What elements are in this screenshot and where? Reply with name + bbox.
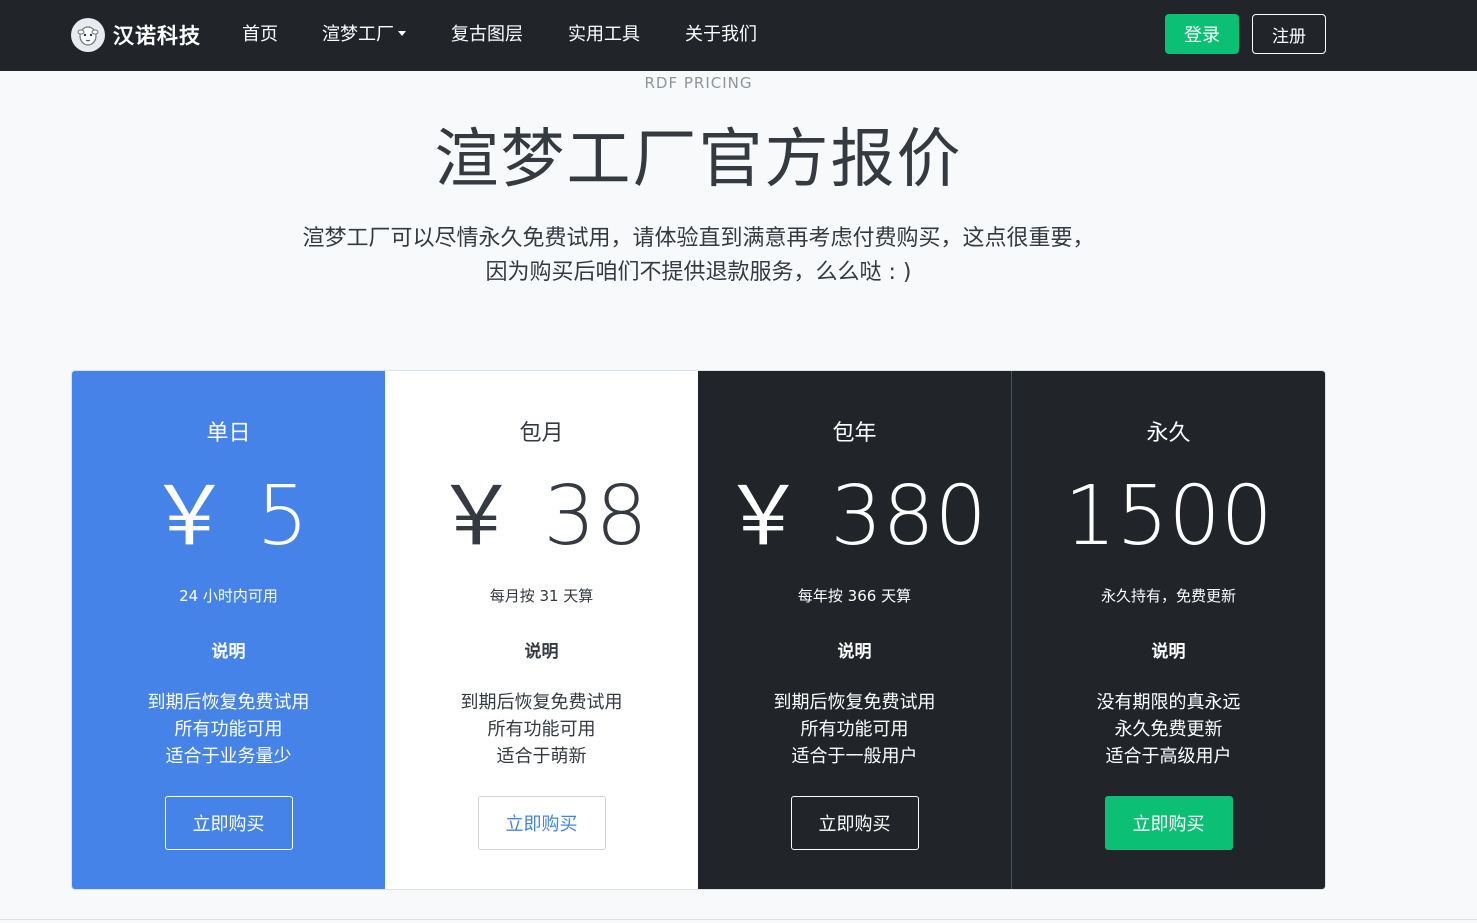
feature-item: 适合于萌新 (496, 746, 587, 767)
feature-item: 所有功能可用 (800, 719, 909, 740)
plan-card-lifetime: 永久 1500 永久持有，免费更新 说明 没有期限的真永远 永久免费更新 适合于… (1011, 371, 1325, 889)
plan-subtitle: 24 小时内可用 (179, 587, 278, 605)
plan-desc-title: 说明 (837, 642, 872, 662)
plan-price: 1500 (1064, 469, 1273, 564)
feature-item: 所有功能可用 (174, 719, 283, 740)
nav-item-tools[interactable]: 实用工具 (568, 22, 640, 48)
plan-features: 没有期限的真永远 永久免费更新 适合于高级用户 (1012, 689, 1325, 770)
plan-name: 单日 (206, 421, 251, 446)
buy-button-monthly[interactable]: 立即购买 (477, 796, 606, 850)
plan-card-daily: 单日 ￥ 5 24 小时内可用 说明 到期后恢复免费试用 所有功能可用 适合于业… (72, 371, 385, 889)
buy-button-daily[interactable]: 立即购买 (164, 796, 293, 850)
plan-desc-title: 说明 (211, 642, 246, 662)
feature-item: 适合于高级用户 (1105, 746, 1232, 767)
feature-item: 适合于业务量少 (165, 746, 292, 767)
buy-button-yearly[interactable]: 立即购买 (790, 796, 919, 850)
nav-item-home[interactable]: 首页 (242, 22, 278, 48)
register-button[interactable]: 注册 (1252, 14, 1326, 54)
nav-item-label: 关于我们 (685, 24, 757, 45)
page-lead: 渲梦工厂可以尽情永久免费试用，请体验直到满意再考虑付费购买，这点很重要， 因为购… (0, 222, 1397, 290)
plan-price: ￥ 5 (148, 469, 309, 564)
feature-item: 没有期限的真永远 (1096, 692, 1241, 713)
lead-line: 因为购买后咱们不提供退款服务，么么哒 : ) (485, 260, 912, 285)
brand-link[interactable]: 汉诺科技 (71, 17, 201, 53)
plan-name: 包月 (519, 421, 564, 446)
plan-name: 包年 (832, 421, 877, 446)
nav-item-label: 渲梦工厂 (322, 24, 394, 45)
plan-card-monthly: 包月 ￥ 38 每月按 31 天算 说明 到期后恢复免费试用 所有功能可用 适合… (385, 371, 698, 889)
top-navbar: 汉诺科技 首页 渲梦工厂 复古图层 实用工具 关于我们 登录 注册 (0, 0, 1477, 71)
plan-price: ￥ 380 (722, 469, 987, 564)
nav-item-retro-layers[interactable]: 复古图层 (451, 22, 523, 48)
nav-item-render-factory[interactable]: 渲梦工厂 (322, 22, 406, 48)
page-title: 渲梦工厂官方报价 (434, 123, 963, 197)
section-eyebrow: RDF PRICING (644, 74, 753, 92)
feature-item: 永久免费更新 (1114, 719, 1223, 740)
nav-item-about[interactable]: 关于我们 (685, 22, 757, 48)
plan-card-yearly: 包年 ￥ 380 每年按 366 天算 说明 到期后恢复免费试用 所有功能可用 … (698, 371, 1011, 889)
pricing-cards: 单日 ￥ 5 24 小时内可用 说明 到期后恢复免费试用 所有功能可用 适合于业… (71, 370, 1326, 890)
plan-features: 到期后恢复免费试用 所有功能可用 适合于一般用户 (698, 689, 1011, 770)
brand-name: 汉诺科技 (113, 24, 201, 48)
plan-features: 到期后恢复免费试用 所有功能可用 适合于萌新 (385, 689, 698, 770)
feature-item: 所有功能可用 (487, 719, 596, 740)
feature-item: 到期后恢复免费试用 (147, 692, 310, 713)
plan-subtitle: 永久持有，免费更新 (1100, 587, 1236, 605)
login-button[interactable]: 登录 (1165, 14, 1239, 54)
feature-item: 到期后恢复免费试用 (773, 692, 936, 713)
buy-button-lifetime[interactable]: 立即购买 (1104, 796, 1233, 850)
nav-item-label: 复古图层 (451, 24, 523, 45)
caret-down-icon (398, 31, 406, 36)
sheep-logo-icon (71, 18, 105, 52)
feature-item: 适合于一般用户 (791, 746, 918, 767)
plan-price: ￥ 38 (435, 469, 648, 564)
divider (0, 919, 1477, 920)
lead-line: 渲梦工厂可以尽情永久免费试用，请体验直到满意再考虑付费购买，这点很重要， (302, 226, 1095, 251)
nav-item-label: 实用工具 (568, 24, 640, 45)
plan-desc-title: 说明 (524, 642, 559, 662)
plan-name: 永久 (1146, 421, 1191, 446)
plan-features: 到期后恢复免费试用 所有功能可用 适合于业务量少 (72, 689, 385, 770)
nav-item-label: 首页 (242, 24, 278, 45)
feature-item: 到期后恢复免费试用 (460, 692, 623, 713)
plan-subtitle: 每年按 366 天算 (797, 587, 912, 605)
plan-desc-title: 说明 (1151, 642, 1186, 662)
plan-subtitle: 每月按 31 天算 (489, 587, 594, 605)
